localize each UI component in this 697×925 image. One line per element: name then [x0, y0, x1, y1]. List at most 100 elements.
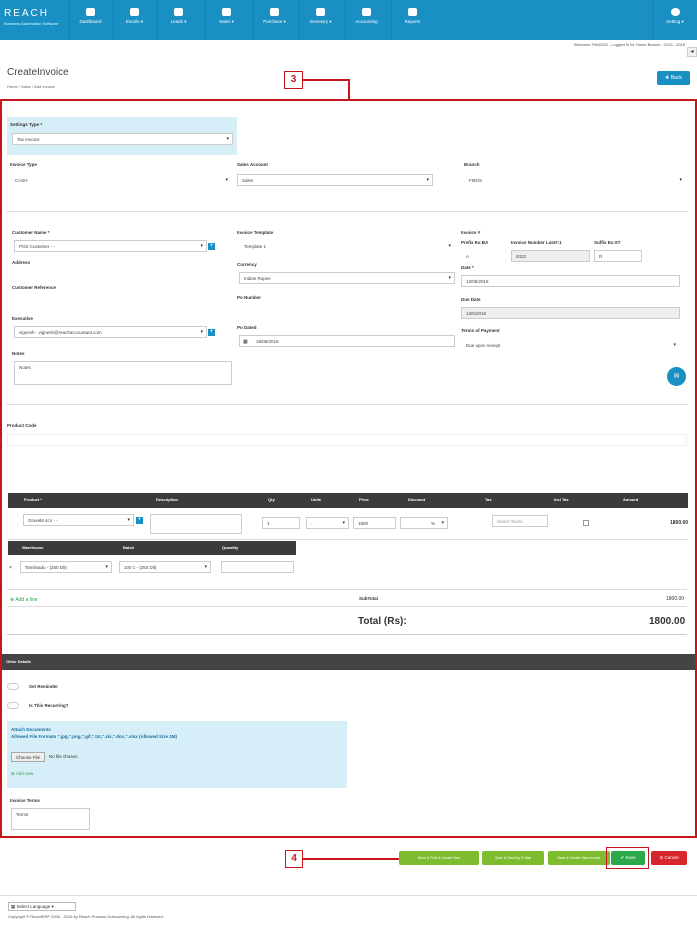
col-units: Units [311, 497, 321, 502]
units-select[interactable]: - [306, 517, 349, 529]
calendar-icon[interactable]: ▦ [243, 339, 248, 345]
save-send-email-button[interactable]: Save & Send by E-Mail [482, 851, 544, 865]
brand-logo[interactable]: REACH [4, 8, 49, 19]
discount-select[interactable]: % [400, 517, 448, 529]
invoice-template-select[interactable]: Template 1 [239, 240, 455, 252]
set-reminder-label: Set Reminder [29, 684, 59, 689]
po-number-label: Po Number [237, 295, 262, 300]
prefix-input[interactable]: A [461, 250, 507, 262]
customer-name-select[interactable]: POS Customer - - [14, 240, 207, 252]
back-button[interactable]: ✚ Back [657, 71, 690, 85]
prefix-label: Prefix Ex:BA [461, 240, 489, 245]
invoice-template-label: Invoice Template [237, 230, 274, 235]
suffix-label: Suffix Ex:ST [594, 240, 621, 245]
save-print-new-button[interactable]: Save & Print & Create New [399, 851, 479, 865]
total-value: 1800.00 [649, 616, 686, 627]
po-dated-input[interactable]: 18/05/2016 [239, 335, 455, 347]
col-price: Price [359, 497, 369, 502]
recurring-toggle[interactable] [7, 702, 19, 709]
add-executive-icon[interactable]: + [208, 329, 215, 336]
footer-divider [0, 895, 697, 896]
add-product-icon[interactable]: + [136, 517, 143, 524]
warehouse-quantity-input[interactable] [221, 561, 294, 573]
branch-select[interactable]: FMOS [464, 174, 686, 186]
number-label: Invoice Number Last#:1 [511, 240, 562, 245]
sidebar-toggle-icon[interactable]: ◂ [687, 47, 697, 57]
col-discount: Discount [408, 497, 426, 502]
price-input[interactable]: 1800 [353, 517, 396, 529]
product-select[interactable]: Gravel8 4cn - - [23, 514, 134, 526]
nav-enrolls[interactable]: Enrolls ▾ [113, 0, 155, 40]
inventory-icon [316, 8, 325, 16]
nav-dashboard[interactable]: Dashboard [69, 0, 111, 40]
page-title: CreateInvoice [7, 67, 69, 78]
total-label: Total (Rs): [358, 616, 407, 627]
suffix-input[interactable]: R [594, 250, 642, 262]
set-reminder-toggle[interactable] [7, 683, 19, 690]
nav-purchase[interactable]: Purchase ▾ [253, 0, 295, 40]
terms-of-payment-select[interactable]: Due upon receipt [461, 339, 680, 351]
gear-icon [670, 8, 680, 16]
warehouse-select[interactable]: Tamilnadu - (250 Dlt) [20, 561, 112, 573]
qty-input[interactable]: 1 [262, 517, 300, 529]
chat-icon[interactable]: ✉ [667, 367, 686, 386]
col-incl-tax: Incl Tax [554, 497, 569, 502]
total-row [7, 609, 687, 635]
notes-textarea[interactable]: Notes [14, 361, 232, 385]
welcome-text: Welcome FAMOSZ , Logged in for Home Bran… [573, 42, 685, 47]
invoice-terms-textarea[interactable]: Terms [11, 808, 90, 830]
col-description: Description [156, 497, 179, 502]
callout-line [303, 858, 399, 860]
nav-settings[interactable]: Setting ▾ [652, 0, 697, 40]
callout-4: 4 [285, 850, 303, 868]
settings-type-label: Settings Type * [10, 122, 43, 127]
invoice-type-select[interactable]: CASH [10, 174, 232, 186]
sales-icon [222, 8, 231, 16]
nav-leads[interactable]: Leads ▾ [157, 0, 199, 40]
executive-select[interactable]: vignesh - vignesh@reachaccountant.com [14, 326, 207, 338]
executive-label: Executive [12, 316, 34, 321]
po-dated-label: Po Dated [237, 325, 257, 330]
brand-tagline: Business Automation Software [4, 21, 59, 26]
col-amount: Amount [623, 497, 639, 502]
subtotal-value: 1800.00 [666, 596, 685, 602]
add-new-link[interactable]: ⊕ Add new [11, 771, 33, 777]
settings-type-select[interactable]: Tax Invoice [12, 133, 233, 145]
breadcrumb[interactable]: Home / Sales / Add Invoice [7, 84, 55, 89]
product-code-input[interactable] [7, 434, 687, 446]
reports-icon [408, 8, 417, 16]
nav-sales[interactable]: Sales ▾ [205, 0, 247, 40]
other-details-title: Other Details [6, 659, 31, 664]
date-input[interactable]: 13/05/2016 [461, 275, 680, 287]
description-input[interactable] [150, 514, 242, 534]
col-tax: Tax [485, 497, 492, 502]
sales-account-select[interactable]: Sales [237, 174, 433, 186]
currency-select[interactable]: Indian Rupee [239, 272, 455, 284]
col-product: Product * [24, 497, 42, 502]
nav-reports[interactable]: Reports [391, 0, 433, 40]
col-warehouse: Warehouse [22, 545, 44, 550]
choose-file-button[interactable]: Choose File [11, 752, 45, 762]
batch-select[interactable]: 100 1 - (250 Dlt) [119, 561, 211, 573]
nav-inventory[interactable]: Inventory ▾ [299, 0, 341, 40]
save-create-new-button[interactable]: Save & Create New Invoice [548, 851, 610, 865]
add-customer-icon[interactable]: + [208, 243, 215, 250]
due-date-label: Due Date [461, 297, 481, 302]
callout-3: 3 [284, 71, 303, 89]
incl-tax-checkbox[interactable] [583, 520, 589, 526]
cancel-button[interactable]: ⊘ Cancel [651, 851, 687, 865]
branch-label: Branch [464, 162, 480, 167]
customer-name-label: Customer Name * [12, 230, 50, 235]
save-button[interactable]: ✔ Save [611, 851, 645, 865]
recurring-label: Is This Recurring? [29, 703, 69, 708]
remove-row-icon[interactable]: × [9, 565, 12, 571]
enroll-icon [130, 8, 139, 16]
attach-formats: Allowed File Formats ".jpg,".png,".gif,"… [11, 734, 177, 739]
attach-title: Attach Documents [11, 727, 51, 732]
po-number-input[interactable] [239, 305, 455, 317]
language-select[interactable]: ▦ Select Language ▾ [8, 902, 76, 911]
tax-select[interactable]: Select Taxes [492, 515, 548, 527]
nav-accounting[interactable]: Accounting [345, 0, 387, 40]
warehouse-table-header: Warehouse Batch Quantity [8, 541, 296, 555]
other-details-header: Other Details [2, 654, 695, 670]
